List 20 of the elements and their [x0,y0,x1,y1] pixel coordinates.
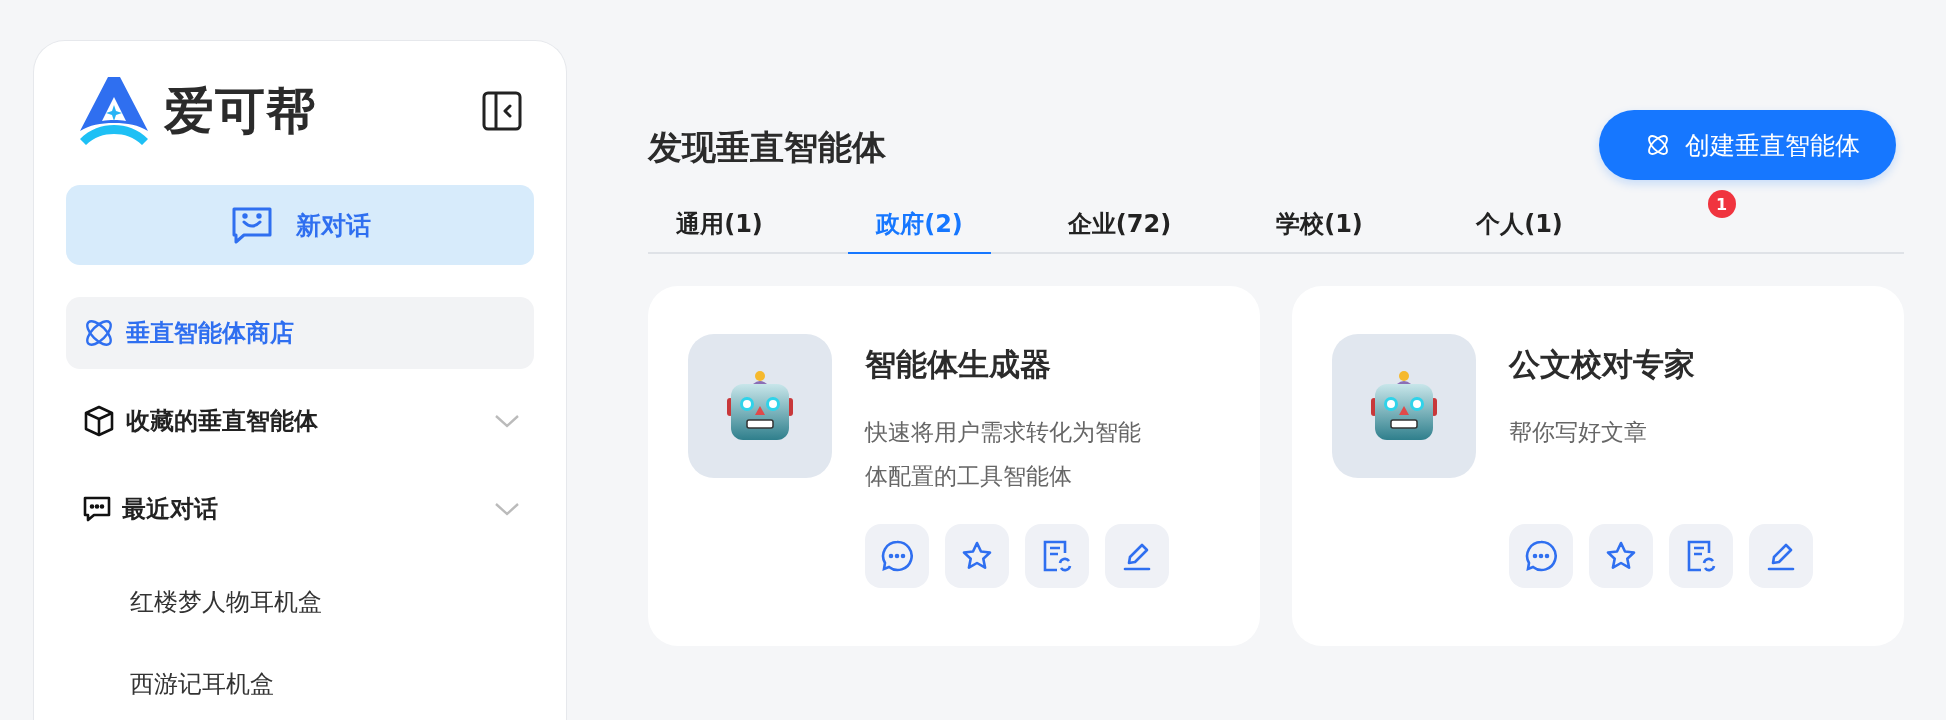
agent-card[interactable]: 公文校对专家 帮你写好文章 [1292,286,1904,646]
notification-badge: 1 [1707,190,1736,218]
agent-name: 智能体生成器 [865,345,1052,384]
conversation-item[interactable]: 红楼梦人物耳机盒 [66,561,534,643]
agent-description: 快速将用户需求转化为智能体配置的工具智能体 [865,418,1142,491]
category-tab[interactable]: 通用(1) [648,198,791,254]
new-chat-button[interactable]: 新对话 [66,185,534,265]
page-title: 发现垂直智能体 [648,126,886,169]
category-tab[interactable]: 企业(72) [1048,198,1191,254]
category-tab[interactable]: 个人(1) [1448,198,1591,254]
agent-description: 帮你写好文章 [1509,418,1648,447]
nav-item[interactable]: 最近对话 [66,473,534,545]
logo-text: 爱可帮 [164,80,317,142]
category-tab[interactable]: 政府(2) [848,198,991,254]
nav-item[interactable]: 收藏的垂直智能体 [66,385,534,457]
conversation-item[interactable]: 西游记耳机盒 [66,643,534,720]
agent-card[interactable]: 智能体生成器 快速将用户需求转化为智能体配置的工具智能体 [648,286,1260,646]
agent-name: 公文校对专家 [1509,345,1696,384]
category-tab[interactable]: 学校(1) [1248,198,1391,254]
nav-item[interactable]: 垂直智能体商店 [66,297,534,369]
